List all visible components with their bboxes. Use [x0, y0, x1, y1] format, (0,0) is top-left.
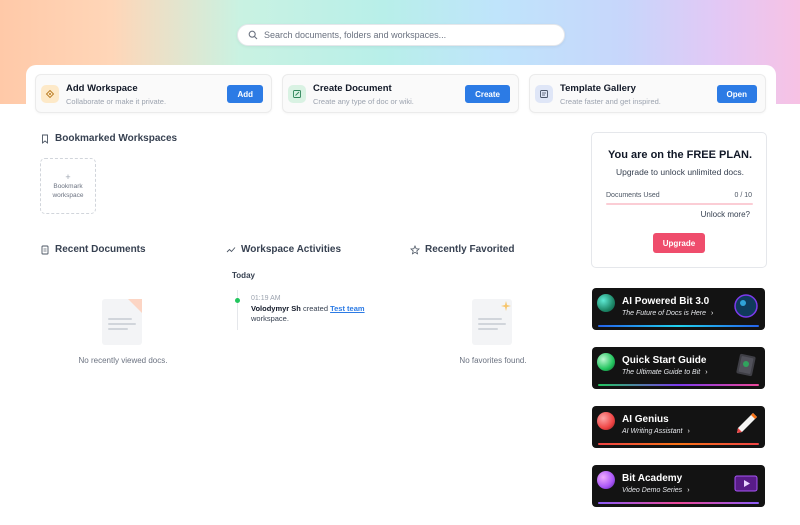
activity-user: Volodymyr Sh — [251, 304, 301, 313]
activity-icon — [226, 246, 236, 252]
empty-favorites-illustration — [472, 299, 512, 345]
promo-bit-academy[interactable]: Bit Academy Video Demo Series › — [592, 465, 765, 507]
recently-favorited-heading: Recently Favorited — [410, 244, 514, 255]
orb-icon — [597, 294, 615, 312]
activity-item: Volodymyr Sh created Test team workspace… — [251, 304, 381, 324]
activity-action: created — [302, 304, 328, 313]
promo-ai-genius[interactable]: AI Genius AI Writing Assistant › — [592, 406, 765, 448]
promo-stripe — [598, 502, 759, 504]
empty-document-illustration — [102, 299, 142, 345]
section-title-text: Recent Documents — [55, 244, 146, 255]
bookmark-icon — [42, 134, 48, 144]
promo-ai-powered-bit[interactable]: AI Powered Bit 3.0 The Future of Docs is… — [592, 288, 765, 330]
sparkle-icon — [501, 301, 511, 311]
card-title: Create Document — [313, 83, 392, 94]
star-icon — [410, 244, 420, 255]
promo-quick-start-guide[interactable]: Quick Start Guide The Ultimate Guide to … — [592, 347, 765, 389]
card-subtitle: Create any type of doc or wiki. — [313, 97, 414, 106]
document-icon — [41, 245, 49, 254]
open-template-gallery-button[interactable]: Open — [716, 85, 757, 103]
recent-documents-empty-text: No recently viewed docs. — [78, 356, 168, 365]
usage-progress-bar — [606, 203, 753, 205]
create-document-button[interactable]: Create — [465, 85, 510, 103]
orb-icon — [597, 412, 615, 430]
promo-subtitle: The Ultimate Guide to Bit › — [622, 369, 708, 376]
unlock-more-link[interactable]: Unlock more? — [701, 210, 750, 219]
create-document-card: Create Document Create any type of doc o… — [282, 74, 519, 113]
plus-icon: + — [65, 171, 71, 182]
add-workspace-card: Add Workspace Collaborate or make it pri… — [35, 74, 272, 113]
card-subtitle: Create faster and get inspired. — [560, 97, 661, 106]
plan-card: You are on the FREE PLAN. Upgrade to unl… — [591, 132, 767, 268]
favorites-empty-text: No favorites found. — [459, 356, 527, 365]
promo-subtitle: AI Writing Assistant › — [622, 428, 690, 435]
promo-title: AI Genius — [622, 414, 669, 425]
search-bar[interactable] — [237, 24, 565, 46]
usage-count: 0 / 10 — [734, 192, 752, 199]
promo-subtitle: Video Demo Series › — [622, 487, 690, 494]
usage-label: Documents Used — [606, 192, 660, 199]
bookmarked-workspaces-heading: Bookmarked Workspaces — [40, 133, 177, 144]
plan-subtitle: Upgrade to unlock unlimited docs. — [615, 167, 745, 177]
pen-icon — [737, 413, 757, 433]
promo-stripe — [598, 384, 759, 386]
card-title: Add Workspace — [66, 83, 138, 94]
workspace-icon — [41, 85, 59, 103]
section-title-text: Bookmarked Workspaces — [55, 133, 178, 144]
video-icon — [734, 475, 758, 492]
promo-title: AI Powered Bit 3.0 — [622, 296, 710, 307]
template-gallery-card: Template Gallery Create faster and get i… — [529, 74, 766, 113]
activity-group-label: Today — [232, 271, 255, 280]
section-title-text: Recently Favorited — [425, 244, 515, 255]
activity-time: 01:19 AM — [251, 295, 281, 302]
section-title-text: Workspace Activities — [241, 244, 342, 255]
upgrade-button[interactable]: Upgrade — [653, 233, 705, 253]
search-icon — [248, 30, 258, 40]
promo-subtitle: The Future of Docs is Here › — [622, 310, 714, 317]
plan-title: You are on the FREE PLAN. — [607, 149, 753, 161]
orb-icon — [597, 353, 615, 371]
orb-icon — [597, 471, 615, 489]
add-bookmark-workspace[interactable]: + Bookmark workspace — [40, 158, 96, 214]
add-workspace-button[interactable]: Add — [227, 85, 263, 103]
timeline-line — [237, 290, 238, 330]
activity-suffix: workspace. — [251, 314, 289, 323]
promo-stripe — [598, 325, 759, 327]
promo-stripe — [598, 443, 759, 445]
activity-target-link[interactable]: Test team — [330, 304, 364, 313]
edit-document-icon — [288, 85, 306, 103]
workspace-activities-heading: Workspace Activities — [226, 244, 341, 255]
promo-title: Quick Start Guide — [622, 355, 707, 366]
card-title: Template Gallery — [560, 83, 636, 94]
globe-icon — [734, 294, 758, 318]
bookmark-label: workspace — [52, 192, 84, 199]
timeline-dot — [234, 298, 240, 303]
search-input[interactable] — [264, 30, 554, 40]
bookmark-label: Bookmark — [53, 182, 83, 190]
book-icon — [736, 353, 756, 377]
template-icon — [535, 85, 553, 103]
recent-documents-heading: Recent Documents — [40, 244, 146, 255]
card-subtitle: Collaborate or make it private. — [66, 97, 167, 106]
promo-title: Bit Academy — [622, 473, 683, 484]
